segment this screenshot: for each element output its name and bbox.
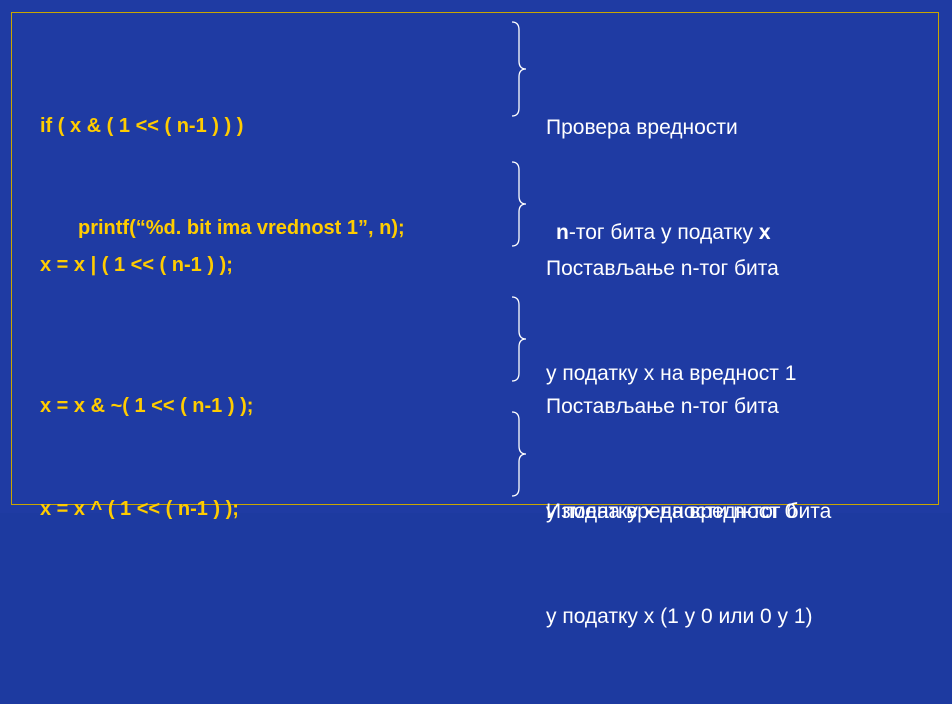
desc-toggle-bit: Измена вредности n-тог бита у податку x … — [546, 424, 831, 704]
desc-line: Постављање n-тог бита — [546, 257, 779, 280]
right-brace-icon — [510, 410, 528, 498]
code-block-toggle-bit: x = x ^ ( 1 << ( n-1 ) ); — [40, 424, 239, 594]
code-line: if ( x & ( 1 << ( n-1 ) ) ) — [40, 115, 244, 137]
right-brace-icon — [510, 160, 528, 248]
right-brace-icon — [510, 20, 528, 118]
code-line: x = x ^ ( 1 << ( n-1 ) ); — [40, 498, 239, 520]
code-line: x = x | ( 1 << ( n-1 ) ); — [40, 254, 233, 276]
code-line: x = x & ~( 1 << ( n-1 ) ); — [40, 395, 254, 417]
desc-line: Измена вредности n-тог бита — [546, 500, 832, 523]
right-brace-icon — [510, 295, 528, 383]
desc-line: Провера вредности — [546, 116, 738, 139]
slide: if ( x & ( 1 << ( n-1 ) ) ) printf(“%d. … — [0, 0, 952, 628]
desc-line: у податку x (1 у 0 или 0 у 1) — [546, 605, 813, 628]
desc-line: Постављање n-тог бита — [546, 395, 779, 418]
